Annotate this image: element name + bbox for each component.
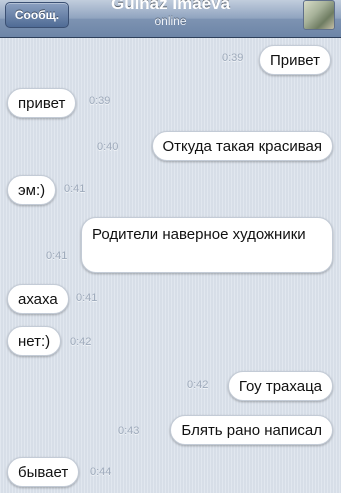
outgoing-message[interactable]: Привет	[258, 45, 331, 75]
message-time: 0:42	[187, 379, 209, 391]
incoming-message[interactable]: нет:)	[7, 326, 62, 356]
navigation-bar: Сообщ. Gulnaz Imaeva online	[0, 0, 341, 38]
message-time: 0:39	[222, 52, 244, 64]
message-time: 0:44	[90, 466, 112, 478]
contact-name: Gulnaz Imaeva	[110, 0, 231, 13]
outgoing-message[interactable]: Родители наверное художники	[81, 217, 333, 273]
message-time: 0:41	[76, 292, 98, 304]
incoming-message[interactable]: бывает	[7, 457, 80, 487]
message-time: 0:39	[89, 95, 111, 107]
outgoing-message[interactable]: Откуда такая красивая	[151, 131, 333, 161]
contact-status: online	[154, 14, 187, 28]
message-time: 0:41	[46, 250, 68, 262]
outgoing-message[interactable]: Блять рано написал	[170, 415, 333, 445]
message-time: 0:43	[118, 425, 140, 437]
message-time: 0:41	[64, 183, 86, 195]
contact-avatar[interactable]	[303, 0, 335, 30]
incoming-message[interactable]: эм:)	[7, 175, 57, 205]
outgoing-message[interactable]: Гоу трахаца	[227, 371, 333, 401]
message-time: 0:40	[97, 141, 119, 153]
incoming-message[interactable]: привет	[7, 88, 77, 118]
incoming-message[interactable]: ахаха	[7, 284, 69, 314]
message-time: 0:42	[70, 336, 92, 348]
